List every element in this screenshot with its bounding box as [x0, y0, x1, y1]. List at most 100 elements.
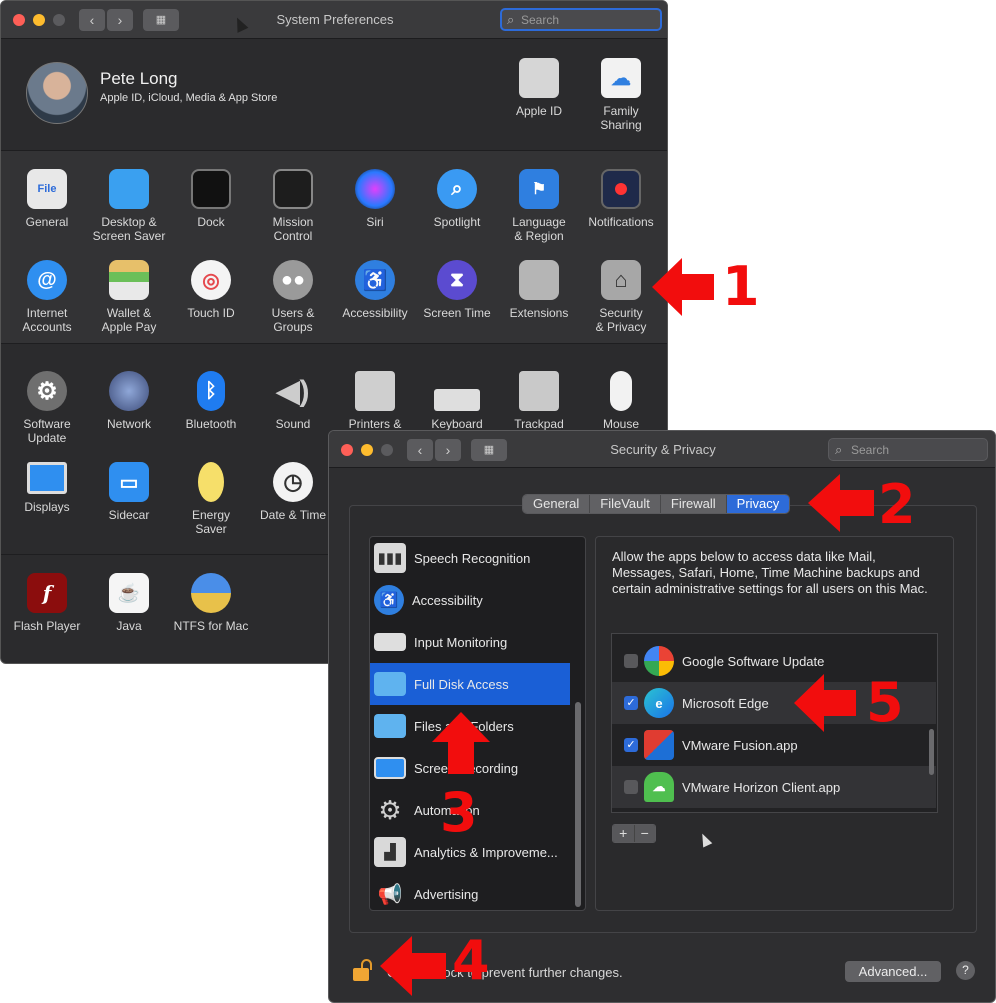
advanced-button[interactable]: Advanced... — [845, 961, 941, 982]
pane-apple-id[interactable]: Apple ID — [498, 58, 580, 118]
pane-siri[interactable]: Siri — [334, 169, 416, 229]
pane-bluetooth[interactable]: ᛒ Bluetooth — [170, 371, 252, 431]
tab-general[interactable]: General — [523, 495, 591, 513]
pane-desktop[interactable]: Desktop & Screen Saver — [88, 169, 170, 243]
privacy-description: Allow the apps below to access data like… — [612, 549, 928, 596]
show-all-button[interactable]: ▦ — [471, 439, 507, 461]
pane-sidecar[interactable]: ▭ Sidecar — [88, 462, 170, 522]
flag-icon: ⚑ — [519, 169, 559, 209]
minimize-button[interactable] — [361, 444, 373, 456]
pane-label: Wallet & Apple Pay — [101, 306, 157, 334]
minimize-button[interactable] — [33, 14, 45, 26]
pane-java[interactable]: ☕ Java — [88, 573, 170, 633]
pane-energy-saver[interactable]: Energy Saver — [170, 462, 252, 536]
back-button[interactable]: ‹ — [407, 439, 433, 461]
category-speech-recognition[interactable]: ▮▮▮ Speech Recognition — [370, 537, 570, 579]
search-field[interactable]: ⌕ Search — [500, 8, 662, 31]
sidecar-icon: ▭ — [109, 462, 149, 502]
forward-button[interactable]: › — [435, 439, 461, 461]
spotlight-icon: ⌕ — [437, 169, 477, 209]
pane-label: Extensions — [509, 306, 569, 320]
tab-filevault[interactable]: FileVault — [590, 495, 661, 513]
general-icon: File — [27, 169, 67, 209]
pane-network[interactable]: Network — [88, 371, 170, 431]
pane-displays[interactable]: Displays — [6, 462, 88, 514]
app-row[interactable]: ☁ VMware Horizon Client.app — [612, 766, 936, 808]
pane-label: NTFS for Mac — [173, 619, 249, 633]
app-checkbox[interactable]: ✓ — [624, 696, 638, 710]
pane-extensions[interactable]: Extensions — [498, 260, 580, 320]
search-field[interactable]: ⌕ Search — [828, 438, 988, 461]
pane-wallet[interactable]: Wallet & Apple Pay — [88, 260, 170, 334]
pane-users-groups[interactable]: ●● Users & Groups — [252, 260, 334, 334]
pane-keyboard[interactable]: Keyboard — [416, 371, 498, 431]
search-icon: ⌕ — [507, 12, 515, 27]
pane-label: Mouse — [602, 417, 640, 431]
zoom-button[interactable] — [53, 14, 65, 26]
annotation-number-2: 2 — [878, 473, 916, 536]
pane-label: General — [25, 215, 69, 229]
pane-screen-time[interactable]: ⧗ Screen Time — [416, 260, 498, 320]
pane-ntfs[interactable]: NTFS for Mac — [170, 573, 252, 633]
pane-mission-control[interactable]: Mission Control — [252, 169, 334, 243]
app-checkbox[interactable] — [624, 780, 638, 794]
annotation-arrow-4 — [380, 936, 446, 1001]
search-icon: ⌕ — [835, 442, 843, 457]
category-accessibility[interactable]: ♿ Accessibility — [370, 579, 570, 621]
add-app-button[interactable]: + — [613, 825, 635, 842]
pane-label: Mission Control — [272, 215, 314, 243]
pane-accessibility[interactable]: ♿ Accessibility — [334, 260, 416, 320]
pane-software-update[interactable]: ⚙ Software Update — [6, 371, 88, 445]
pane-label: Spotlight — [433, 215, 481, 229]
remove-app-button[interactable]: − — [634, 825, 655, 842]
pane-security-privacy[interactable]: ⌂ Security & Privacy — [580, 260, 662, 334]
category-scrollbar[interactable] — [575, 702, 581, 907]
pane-label: Screen Time — [423, 306, 491, 320]
pane-trackpad[interactable]: Trackpad — [498, 371, 580, 431]
pane-family-sharing[interactable]: ☁ Family Sharing — [580, 58, 662, 132]
pane-mouse[interactable]: Mouse — [580, 371, 662, 431]
pane-label: Family Sharing — [600, 104, 642, 132]
pane-sound[interactable]: ◀) Sound — [252, 371, 334, 432]
back-button[interactable]: ‹ — [79, 9, 105, 31]
pane-internet-accounts[interactable]: @ Internet Accounts — [6, 260, 88, 334]
pane-language-region[interactable]: ⚑ Language & Region — [498, 169, 580, 243]
tab-privacy[interactable]: Privacy — [726, 495, 790, 513]
wallet-icon — [109, 260, 149, 300]
pane-printers[interactable]: Printers & — [334, 371, 416, 431]
notifications-icon — [601, 169, 641, 209]
pane-label: Date & Time — [259, 508, 327, 522]
zoom-button[interactable] — [381, 444, 393, 456]
pane-spotlight[interactable]: ⌕ Spotlight — [416, 169, 498, 229]
pane-flash-player[interactable]: f Flash Player — [6, 573, 88, 633]
show-all-button[interactable]: ▦ — [143, 9, 179, 31]
close-button[interactable] — [13, 14, 25, 26]
pane-touch-id[interactable]: ◎ Touch ID — [170, 260, 252, 320]
tab-firewall[interactable]: Firewall — [660, 495, 727, 513]
category-label: Accessibility — [412, 592, 483, 608]
pane-general[interactable]: File General — [6, 169, 88, 229]
user-subtitle: Apple ID, iCloud, Media & App Store — [100, 92, 278, 104]
help-button[interactable]: ? — [956, 961, 975, 980]
search-placeholder: Search — [521, 13, 560, 27]
pane-dock[interactable]: Dock — [170, 169, 252, 229]
pane-label: Dock — [197, 215, 225, 229]
pane-date-time[interactable]: ◷ Date & Time — [252, 462, 334, 522]
category-full-disk-access[interactable]: Full Disk Access — [370, 663, 570, 705]
annotation-number-3: 3 — [440, 781, 478, 844]
app-list-scrollbar[interactable] — [929, 729, 934, 775]
close-button[interactable] — [341, 444, 353, 456]
arrow-left-icon — [794, 674, 856, 732]
category-advertising[interactable]: 📢 Advertising — [370, 873, 570, 910]
keyboard-icon — [374, 633, 406, 651]
forward-button[interactable]: › — [107, 9, 133, 31]
vmware-icon — [644, 730, 674, 760]
pane-notifications[interactable]: Notifications — [580, 169, 662, 229]
lock-button[interactable] — [353, 959, 372, 981]
category-input-monitoring[interactable]: Input Monitoring — [370, 621, 570, 663]
avatar[interactable] — [26, 62, 88, 124]
app-checkbox[interactable] — [624, 654, 638, 668]
house-lock-icon: ⌂ — [601, 260, 641, 300]
annotation-number-1: 1 — [722, 255, 760, 318]
app-checkbox[interactable]: ✓ — [624, 738, 638, 752]
